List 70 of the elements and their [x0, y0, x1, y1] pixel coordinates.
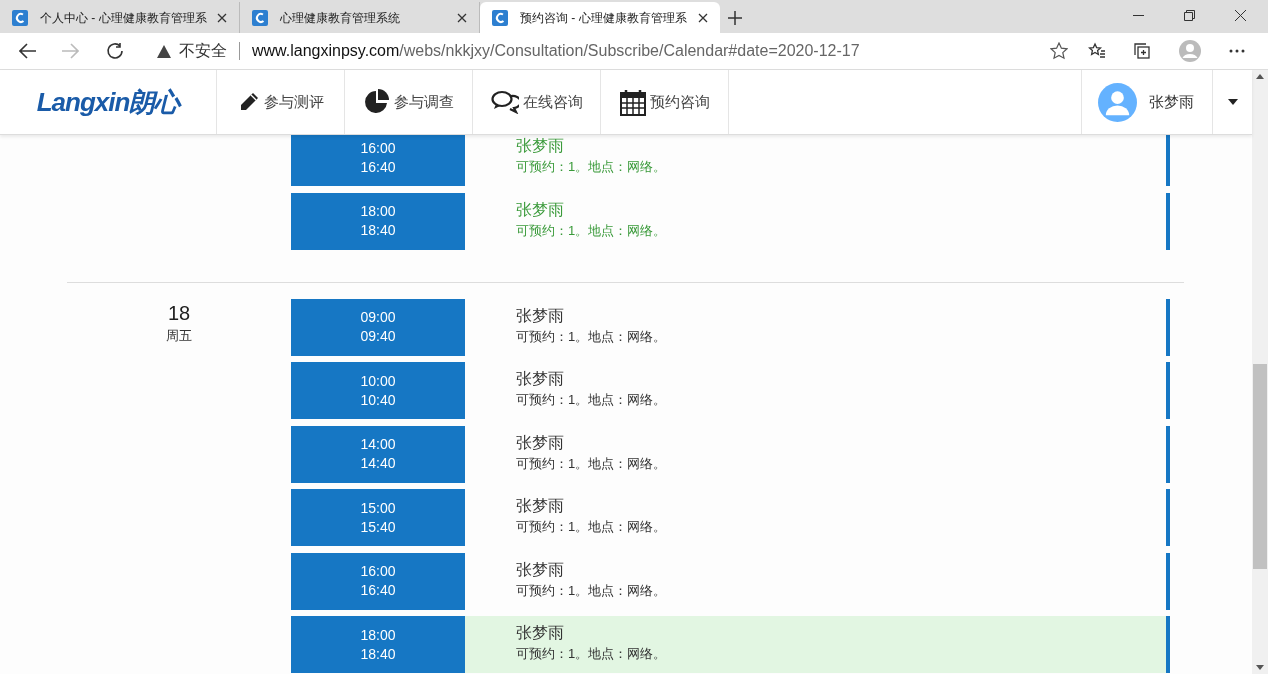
chat-icon	[490, 90, 519, 114]
counselor-name: 张梦雨	[516, 199, 565, 220]
collections-icon[interactable]	[1133, 42, 1151, 60]
time-slot[interactable]: 10:00 10:40	[291, 362, 465, 419]
tab-title: 预约咨询 - 心理健康教育管理系	[520, 9, 688, 27]
restore-icon[interactable]	[1184, 10, 1195, 21]
slot-info: 可预约：1。地点：网络。	[516, 454, 668, 473]
counselor-name: 张梦雨	[516, 623, 565, 643]
slot-detail[interactable]: 张梦雨 可预约：1。地点：网络。	[465, 489, 1166, 546]
warning-icon	[157, 44, 171, 58]
counselor-name: 张梦雨	[516, 305, 565, 326]
site-favicon-icon	[492, 9, 508, 26]
security-label: 不安全	[179, 41, 227, 61]
scroll-thumb[interactable]	[1253, 364, 1267, 569]
slot-info: 可预约：1。地点：网络。	[516, 158, 668, 176]
more-icon[interactable]	[1229, 49, 1245, 53]
star-icon[interactable]	[1050, 42, 1068, 60]
time-slot[interactable]: 15:00 15:40	[291, 489, 465, 546]
caret-icon[interactable]	[1227, 99, 1238, 105]
slot-info: 可预约：1。地点：网络。	[516, 518, 668, 536]
nav-link[interactable]: 预约咨询	[601, 70, 729, 134]
scroll-down-icon[interactable]	[1256, 665, 1264, 670]
browser-tab[interactable]: 预约咨询 - 心理健康教育管理系	[480, 2, 720, 33]
scroll-up-icon[interactable]	[1256, 74, 1264, 79]
time-slot[interactable]: 16:00 16:40	[291, 135, 465, 186]
favorites-icon[interactable]	[1088, 42, 1106, 60]
site-favicon-icon	[252, 9, 268, 26]
time-slot[interactable]: 09:00 09:40	[291, 298, 465, 356]
slot-detail[interactable]: 张梦雨 可预约：1。地点：网络。	[465, 192, 1166, 250]
slot-detail[interactable]: 张梦雨 可预约：1。地点：网络。	[465, 135, 1166, 186]
slot-detail[interactable]: 张梦雨 可预约：1。地点：网络。	[465, 552, 1166, 610]
refresh-icon[interactable]	[106, 42, 124, 60]
slot-detail[interactable]: 张梦雨 可预约：1。地点：网络。	[465, 362, 1166, 419]
close-icon[interactable]	[457, 12, 467, 23]
slot-info: 可预约：1。地点：网络。	[516, 391, 668, 409]
nav-link[interactable]: 在线咨询	[473, 70, 601, 134]
close-icon[interactable]	[217, 12, 227, 23]
slot-detail[interactable]: 张梦雨 可预约：1。地点：网络。	[465, 616, 1166, 673]
day-number: 18	[167, 300, 191, 326]
scrollbar[interactable]	[1252, 70, 1268, 674]
site-favicon-icon	[12, 9, 28, 26]
slot-detail[interactable]: 张梦雨 可预约：1。地点：网络。	[465, 425, 1166, 483]
time-slot[interactable]: 16:00 16:40	[291, 552, 465, 610]
slot-info: 可预约：1。地点：网络。	[516, 645, 668, 663]
counselor-name: 张梦雨	[516, 559, 565, 580]
slot-detail[interactable]: 张梦雨 可预约：1。地点：网络。	[465, 298, 1166, 356]
back-icon[interactable]	[18, 43, 37, 59]
new-tab-icon[interactable]	[728, 10, 742, 25]
weekday-label: 周五	[166, 326, 192, 345]
time-slot[interactable]: 18:00 18:40	[291, 192, 465, 250]
close-icon[interactable]	[698, 12, 708, 23]
url-text: www.langxinpsy.com/webs/nkkjxy/Consultation/Subscribe/Calendar#date=2020-12-17	[252, 41, 860, 61]
counselor-name: 张梦雨	[516, 136, 565, 156]
slot-info: 可预约：1。地点：网络。	[516, 581, 668, 600]
counselor-name: 张梦雨	[516, 369, 565, 389]
logo[interactable]: Langxin朗心	[36, 82, 180, 122]
time-slot[interactable]: 14:00 14:40	[291, 425, 465, 483]
close-icon[interactable]	[1235, 10, 1246, 21]
calendar-icon	[619, 88, 646, 116]
pie-chart-icon	[363, 89, 390, 115]
tab-title: 个人中心 - 心理健康教育管理系	[40, 9, 208, 27]
counselor-name: 张梦雨	[516, 432, 565, 453]
user-name[interactable]: 张梦雨	[1149, 90, 1194, 114]
slot-info: 可预约：1。地点：网络。	[516, 221, 668, 240]
tab-title: 心理健康教育管理系统	[280, 9, 401, 27]
nav-link[interactable]: 参与测评	[217, 70, 345, 134]
slot-info: 可预约：1。地点：网络。	[516, 327, 668, 346]
time-slot[interactable]: 18:00 18:40	[291, 616, 465, 673]
nav-link[interactable]: 参与调查	[345, 70, 473, 134]
counselor-name: 张梦雨	[516, 496, 565, 516]
